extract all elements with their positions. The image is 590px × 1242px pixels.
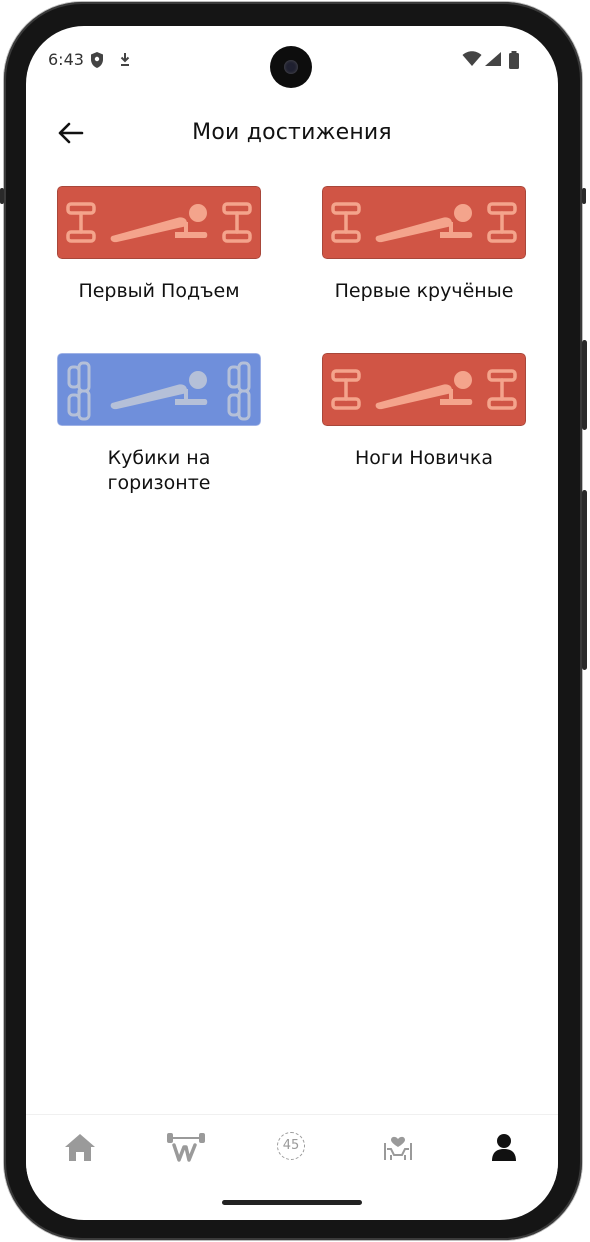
timer-45-label: 45 [282,1138,300,1153]
plank-dumbbell-icon [57,353,261,426]
frame-notch-left [0,188,4,204]
achievement-label: Первый Подъем [78,280,240,302]
achievement-label: Ноги Новичка [354,447,494,469]
achievement-badge-earned [322,353,526,426]
home-indicator[interactable] [222,1200,362,1205]
workout-icon[interactable] [162,1125,210,1169]
bottom-navigation: 45 [26,1114,558,1181]
download-icon [120,53,130,66]
status-bar: 6:43 [26,26,558,98]
achievement-card[interactable]: Первый Подъем [54,186,264,304]
achievement-badge-locked [57,353,261,426]
plank-dumbbell-icon [57,186,261,259]
screen: 6:43 Мои достижения Первый Подъем Первые… [26,26,558,1220]
status-time: 6:43 [48,50,84,69]
battery-icon [509,51,519,69]
plank-dumbbell-icon [322,353,526,426]
wifi-icon [462,51,482,66]
achievement-card[interactable]: Ноги Новичка [319,353,529,471]
front-camera [270,46,312,88]
frame-notch-right [582,188,586,204]
achievement-label: Первые кручёные [334,280,514,302]
plank-dumbbell-icon [322,186,526,259]
signal-icon [485,52,501,66]
page-title: Мои достижения [192,120,392,145]
achievement-label: Кубики на горизонте [107,447,211,494]
achievement-badge-earned [57,186,261,259]
profile-icon[interactable] [480,1125,528,1169]
home-icon[interactable] [56,1125,104,1169]
volume-button [582,490,587,670]
shield-icon [91,52,103,68]
achievement-badge-earned [322,186,526,259]
achievement-card[interactable]: Первые кручёные [319,186,529,304]
health-icon[interactable] [374,1125,422,1169]
power-button [582,340,587,430]
app-header: Мои достижения [26,106,558,166]
achievement-card[interactable]: Кубики на горизонте [54,353,264,496]
timer-45-icon[interactable]: 45 [268,1125,316,1169]
